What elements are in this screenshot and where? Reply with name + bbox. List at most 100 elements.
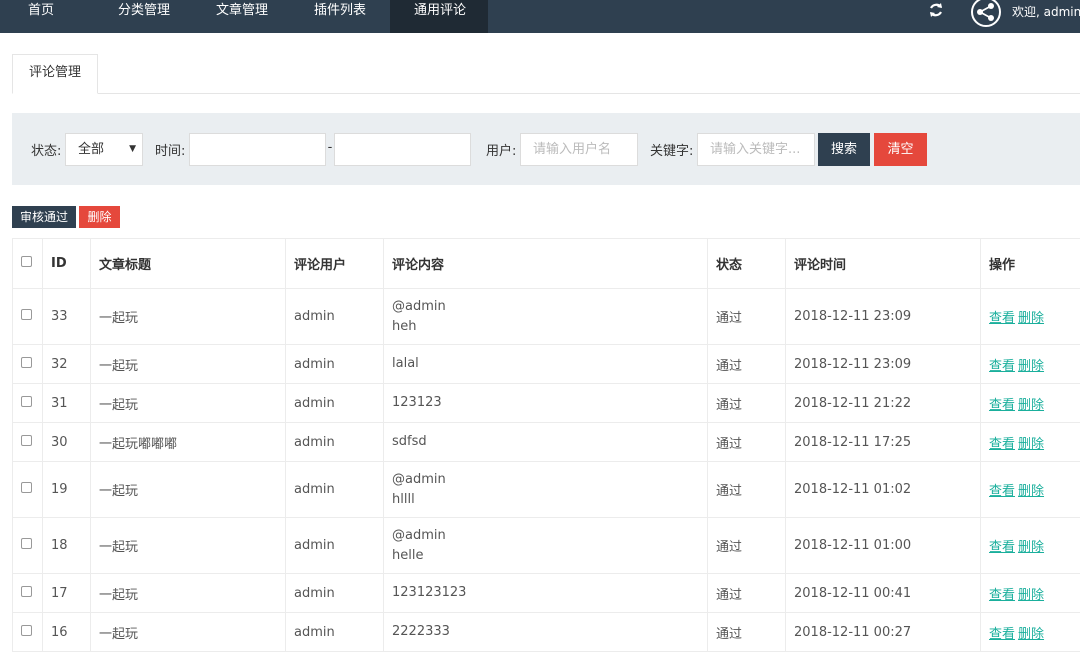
- delete-link[interactable]: 删除: [1018, 311, 1044, 326]
- row-select-cell: [12, 344, 43, 384]
- delete-link[interactable]: 删除: [1018, 359, 1044, 374]
- cell-id: 31: [42, 383, 91, 423]
- tab-comment-management[interactable]: 评论管理: [12, 54, 98, 94]
- keyword-input[interactable]: 请输入关键字...: [697, 133, 815, 166]
- cell-title: 一起玩: [90, 383, 286, 423]
- view-link[interactable]: 查看: [989, 311, 1015, 326]
- cell-actions: 查看 删除: [980, 612, 1080, 652]
- cell-content: lalal: [383, 344, 708, 384]
- header-user: 评论用户: [285, 238, 384, 289]
- cell-status: 通过: [707, 461, 786, 518]
- approve-button[interactable]: 审核通过: [12, 206, 76, 228]
- comment-content-line: helle: [392, 547, 424, 563]
- cell-user: admin: [285, 573, 384, 613]
- cell-actions: 查看 删除: [980, 422, 1080, 462]
- tab-label: 评论管理: [28, 65, 81, 80]
- row-checkbox[interactable]: [21, 538, 32, 549]
- comment-content-line: @admin: [392, 471, 446, 487]
- refresh-icon[interactable]: [928, 2, 944, 18]
- row-select-cell: [12, 517, 43, 574]
- row-checkbox[interactable]: [21, 585, 32, 597]
- cell-time: 2018-12-11 00:41: [785, 573, 981, 613]
- status-label: 状态:: [31, 144, 62, 159]
- search-panel: 状态: 全部 ▼ 时间: - 用户: 请输入用户名 关键字: 请输入关键字...…: [12, 113, 1080, 185]
- cell-time: 2018-12-11 21:22: [785, 383, 981, 423]
- select-all-cell: [12, 238, 43, 289]
- nav-item-comments[interactable]: 通用评论: [390, 0, 488, 33]
- table-row: 19 一起玩 admin @admin hllll 通过 2018-12-11 01:02 查…: [12, 461, 1080, 518]
- cell-title: 一起玩: [90, 517, 286, 574]
- delete-link[interactable]: 删除: [1018, 398, 1044, 413]
- view-link[interactable]: 查看: [989, 484, 1015, 499]
- cell-content: 2222333: [383, 612, 708, 652]
- cell-time: 2018-12-11 23:09: [785, 288, 981, 345]
- cell-id: 17: [42, 573, 91, 613]
- header-id: ID: [42, 238, 91, 289]
- row-select-cell: [12, 422, 43, 462]
- row-checkbox[interactable]: [21, 395, 32, 407]
- cell-title: 一起玩: [90, 344, 286, 384]
- cell-actions: 查看 删除: [980, 344, 1080, 384]
- cell-user: admin: [285, 517, 384, 574]
- start-time-input[interactable]: [189, 133, 326, 166]
- delete-button[interactable]: 删除: [79, 206, 120, 228]
- view-link[interactable]: 查看: [989, 359, 1015, 374]
- status-select[interactable]: 全部 ▼: [65, 133, 143, 166]
- cell-id: 32: [42, 344, 91, 384]
- nav-item-home-label: 首页: [28, 3, 55, 18]
- cell-status: 通过: [707, 517, 786, 574]
- view-link[interactable]: 查看: [989, 588, 1015, 603]
- user-input[interactable]: 请输入用户名: [520, 133, 638, 166]
- view-link[interactable]: 查看: [989, 627, 1015, 642]
- delete-link[interactable]: 删除: [1018, 540, 1044, 555]
- header-time: 评论时间: [785, 238, 981, 289]
- nav-item-category[interactable]: 分类管理: [96, 0, 192, 33]
- header-status: 状态: [707, 238, 786, 289]
- cell-actions: 查看 删除: [980, 517, 1080, 574]
- delete-link[interactable]: 删除: [1018, 588, 1044, 603]
- view-link[interactable]: 查看: [989, 437, 1015, 452]
- cell-actions: 查看 删除: [980, 288, 1080, 345]
- cell-content: @admin heh: [383, 288, 708, 345]
- end-time-input[interactable]: [334, 133, 471, 166]
- welcome-user[interactable]: 欢迎, admin▾: [1012, 3, 1080, 20]
- comment-content-line: hllll: [392, 491, 415, 507]
- nav-item-article[interactable]: 文章管理: [192, 0, 290, 33]
- header-title: 文章标题: [90, 238, 286, 289]
- row-select-cell: [12, 461, 43, 518]
- user-input-placeholder: 请输入用户名: [533, 142, 612, 157]
- cell-time: 2018-12-11 00:27: [785, 612, 981, 652]
- view-link[interactable]: 查看: [989, 540, 1015, 555]
- header-content: 评论内容: [383, 238, 708, 289]
- cell-id: 16: [42, 612, 91, 652]
- view-link[interactable]: 查看: [989, 398, 1015, 413]
- row-checkbox[interactable]: [21, 356, 32, 368]
- select-all-checkbox[interactable]: [21, 256, 32, 267]
- nav-item-plugins[interactable]: 插件列表: [290, 0, 390, 33]
- delete-link[interactable]: 删除: [1018, 437, 1044, 452]
- chevron-down-icon: ▼: [129, 144, 136, 154]
- comment-content-line: lalal: [392, 356, 419, 371]
- nav-item-home[interactable]: 首页: [0, 0, 96, 33]
- row-checkbox[interactable]: [21, 434, 32, 446]
- delete-link[interactable]: 删除: [1018, 484, 1044, 499]
- comment-content-line: heh: [392, 318, 417, 334]
- avatar[interactable]: [970, 0, 1002, 28]
- row-select-cell: [12, 288, 43, 345]
- cell-user: admin: [285, 422, 384, 462]
- tab-bar: 评论管理: [12, 54, 1080, 94]
- row-checkbox[interactable]: [21, 309, 32, 320]
- comment-content-line: @admin: [392, 298, 446, 314]
- clear-button[interactable]: 清空: [874, 133, 927, 166]
- row-select-cell: [12, 573, 43, 613]
- nav-item-comments-label: 通用评论: [414, 3, 467, 18]
- delete-link[interactable]: 删除: [1018, 627, 1044, 642]
- comment-content-line: sdfsd: [392, 434, 427, 449]
- cell-content: 123123123: [383, 573, 708, 613]
- cell-title: 一起玩: [90, 573, 286, 613]
- row-checkbox[interactable]: [21, 624, 32, 636]
- table-row: 31 一起玩 admin 123123 通过 2018-12-11 21:22 查看 删除: [12, 383, 1080, 423]
- comment-content-line: @admin: [392, 527, 446, 543]
- row-checkbox[interactable]: [21, 482, 32, 493]
- search-button[interactable]: 搜索: [818, 133, 870, 166]
